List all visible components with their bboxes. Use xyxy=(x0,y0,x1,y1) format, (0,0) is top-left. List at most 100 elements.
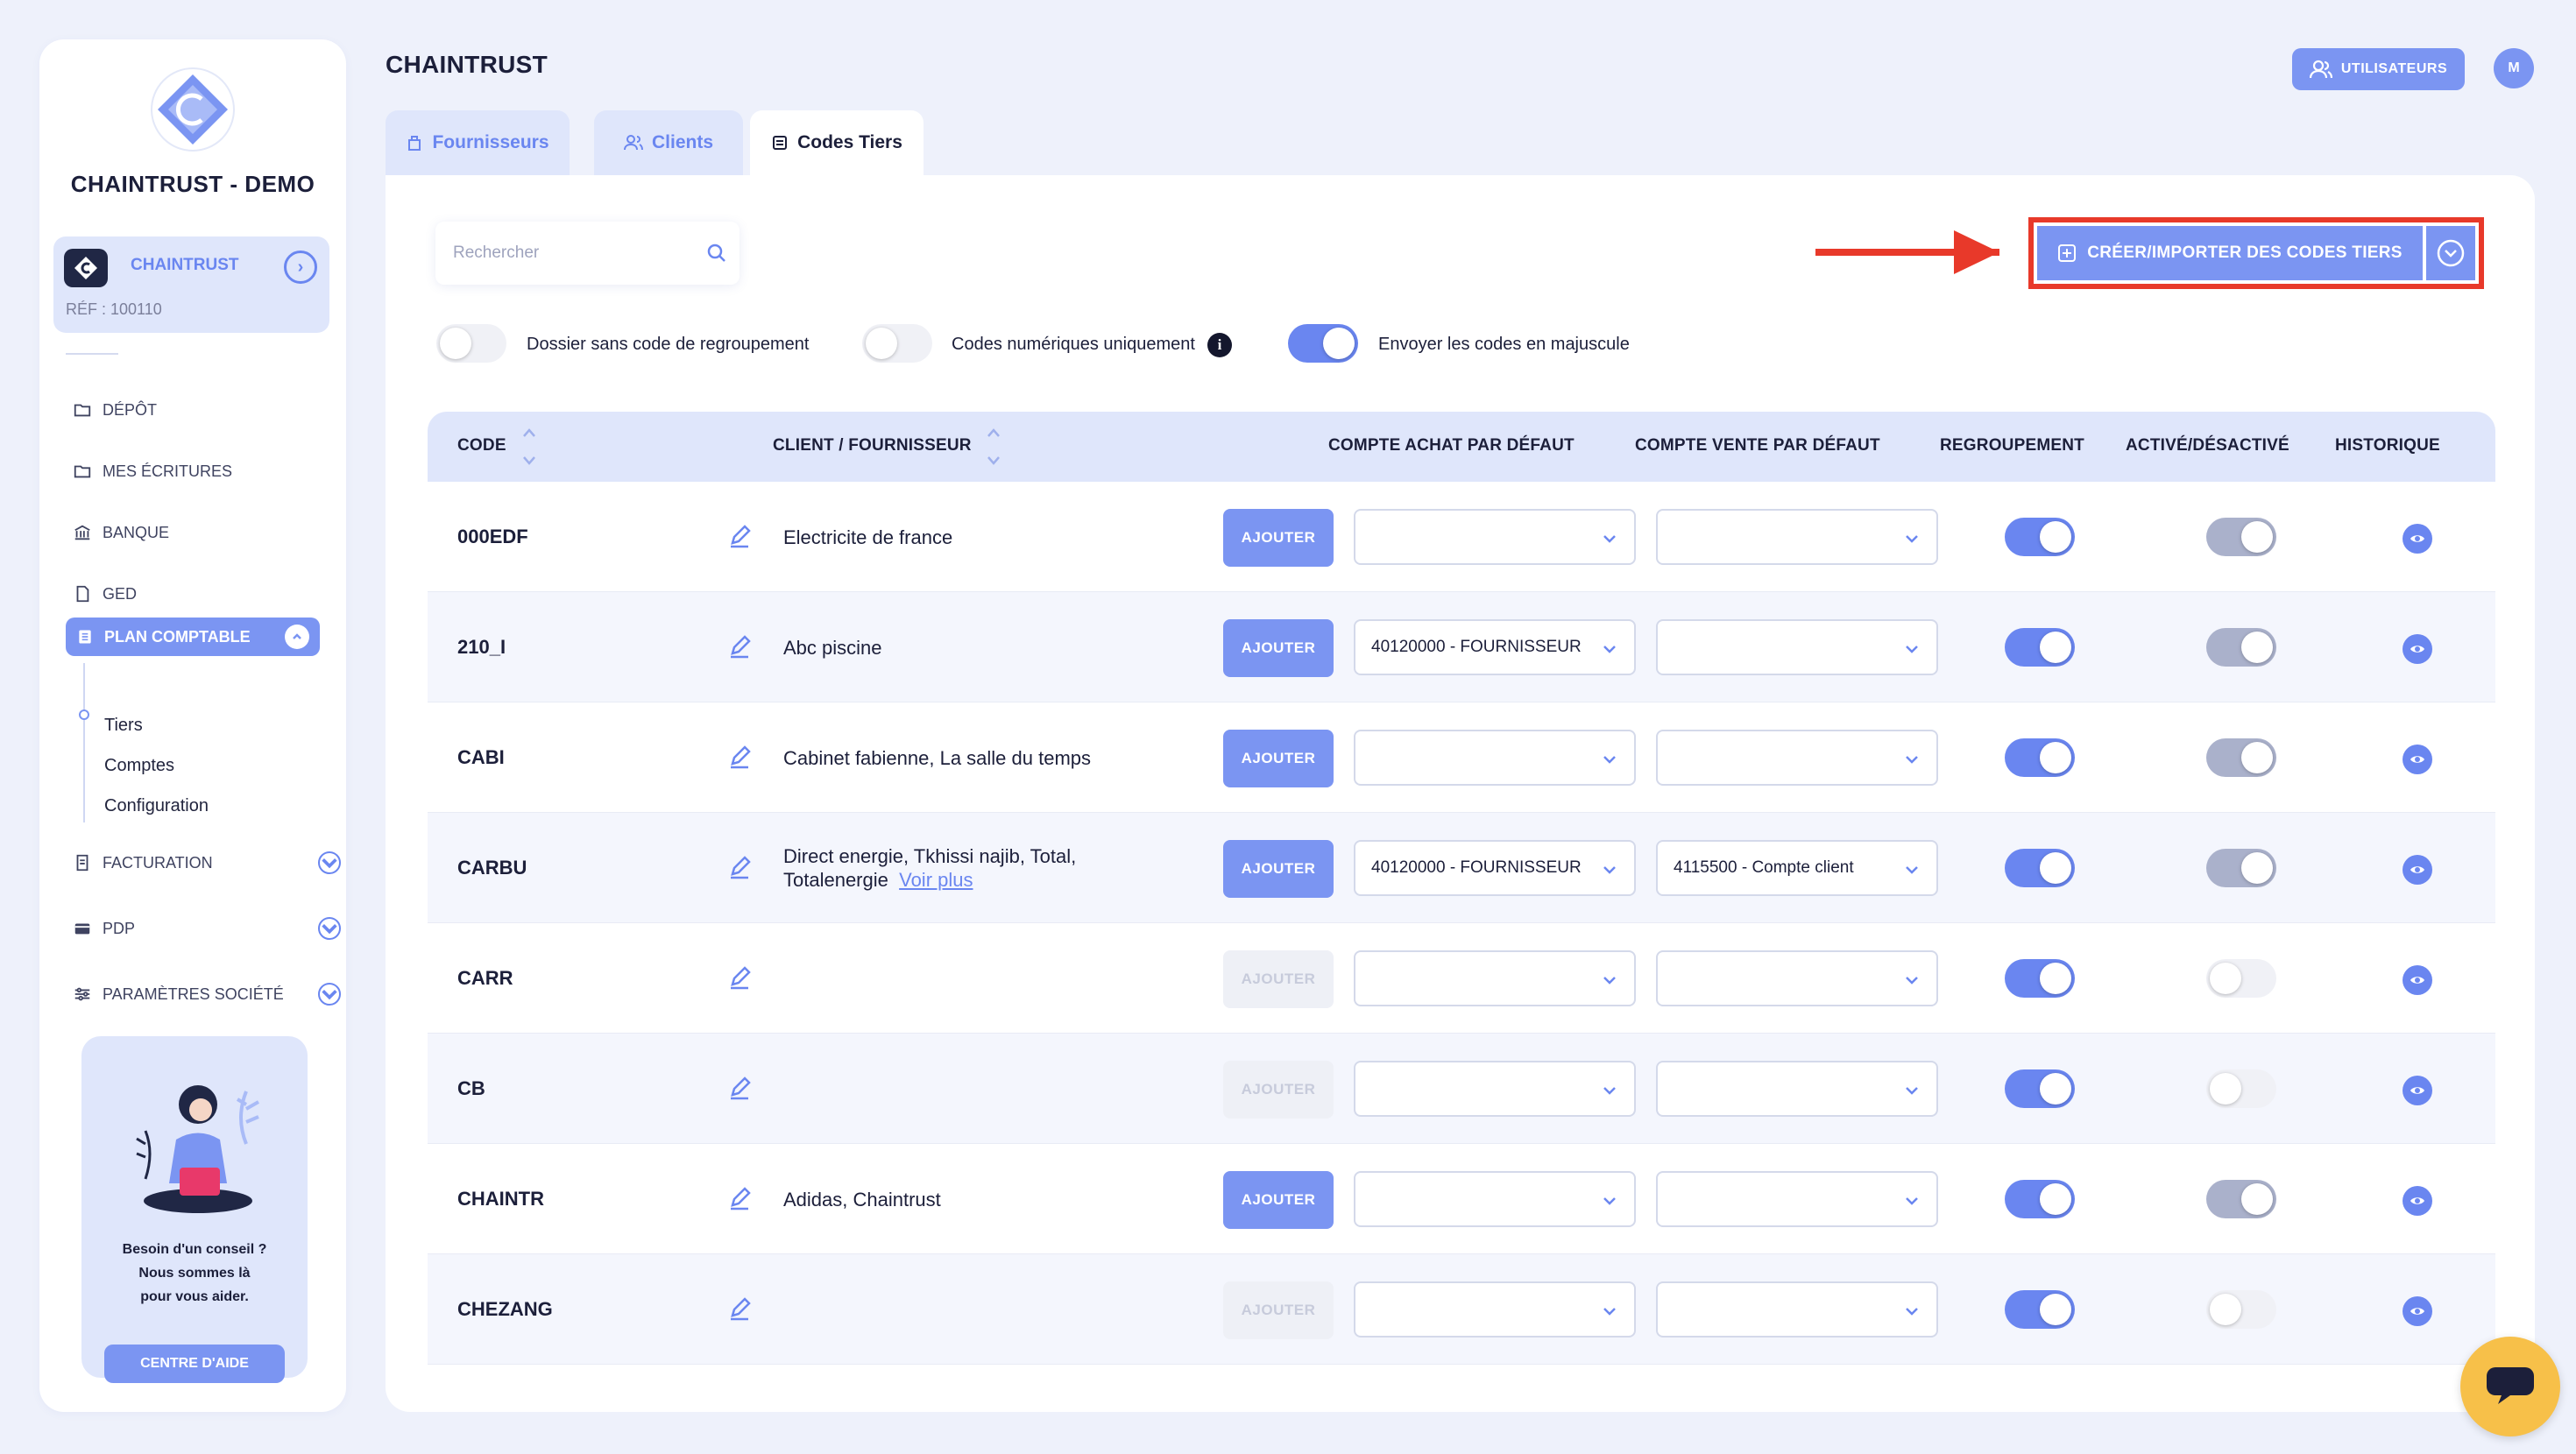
avatar[interactable]: M xyxy=(2494,48,2534,88)
nav-item-parametres[interactable]: PARAMÈTRES SOCIÉTÉ xyxy=(73,977,341,1012)
nav-item-ecritures[interactable]: MES ÉCRITURES xyxy=(73,454,232,489)
compte-vente-select[interactable] xyxy=(1656,509,1938,565)
compte-vente-select[interactable] xyxy=(1656,619,1938,675)
row-code: CB xyxy=(457,1077,485,1099)
search-icon[interactable] xyxy=(706,243,727,264)
edit-pencil-icon[interactable] xyxy=(725,632,754,660)
nav-item-facturation[interactable]: FACTURATION xyxy=(73,845,341,880)
nav-item-depot[interactable]: DÉPÔT xyxy=(73,392,157,427)
nav-item-ged[interactable]: GED xyxy=(73,576,137,611)
compte-achat-select[interactable]: 40120000 - FOURNISSEUR xyxy=(1354,619,1636,675)
compte-achat-select[interactable] xyxy=(1354,1281,1636,1338)
active-toggle[interactable] xyxy=(2206,628,2276,667)
row-code: CABI xyxy=(457,746,505,768)
regroupement-toggle[interactable] xyxy=(2005,518,2075,556)
create-import-button[interactable]: CRÉER/IMPORTER DES CODES TIERS xyxy=(2037,226,2423,280)
edit-pencil-icon[interactable] xyxy=(725,522,754,550)
edit-pencil-icon[interactable] xyxy=(725,1295,754,1323)
regroupement-toggle[interactable] xyxy=(2005,849,2075,887)
add-button[interactable]: AJOUTER xyxy=(1223,840,1334,898)
history-eye-icon[interactable] xyxy=(2403,1076,2432,1105)
regroupement-toggle[interactable] xyxy=(2005,1069,2075,1108)
compte-vente-select[interactable] xyxy=(1656,950,1938,1006)
compte-achat-select[interactable] xyxy=(1354,730,1636,786)
see-more-link[interactable]: Voir plus xyxy=(899,869,973,891)
compte-vente-select[interactable]: 4115500 - Compte client xyxy=(1656,840,1938,896)
header-compte-achat: COMPTE ACHAT PAR DÉFAUT xyxy=(1328,436,1575,455)
tab-fournisseurs[interactable]: Fournisseurs xyxy=(386,110,570,175)
sort-icon[interactable] xyxy=(520,424,538,469)
history-eye-icon[interactable] xyxy=(2403,524,2432,554)
add-button[interactable]: AJOUTER xyxy=(1223,619,1334,677)
edit-pencil-icon[interactable] xyxy=(725,963,754,992)
compte-vente-select[interactable] xyxy=(1656,1171,1938,1227)
chevron-down-icon[interactable] xyxy=(318,851,341,874)
active-toggle[interactable] xyxy=(2206,738,2276,777)
compte-achat-select[interactable] xyxy=(1354,950,1636,1006)
row-client: Cabinet fabienne, La salle du temps xyxy=(783,746,1091,770)
chevron-down-icon xyxy=(1601,751,1618,773)
chevron-right-icon[interactable]: › xyxy=(284,251,317,284)
active-toggle[interactable] xyxy=(2206,518,2276,556)
sidebar: CHAINTRUST - DEMO CHAINTRUST RÉF : 10011… xyxy=(39,39,346,1412)
users-button[interactable]: UTILISATEURS xyxy=(2292,48,2465,90)
add-button[interactable]: AJOUTER xyxy=(1223,509,1334,567)
edit-pencil-icon[interactable] xyxy=(725,1074,754,1102)
nav-label: GED xyxy=(103,584,138,603)
chevron-up-icon[interactable] xyxy=(285,625,309,649)
subnav-item-tiers[interactable]: Tiers xyxy=(104,716,143,736)
edit-pencil-icon[interactable] xyxy=(725,853,754,881)
regroupement-toggle[interactable] xyxy=(2005,738,2075,777)
regroupement-toggle[interactable] xyxy=(2005,1290,2075,1329)
toggle-sans-regroupement[interactable] xyxy=(436,324,506,363)
tab-codes-tiers[interactable]: Codes Tiers xyxy=(750,110,924,175)
create-import-dropdown[interactable] xyxy=(2424,226,2475,280)
regroupement-toggle[interactable] xyxy=(2005,1180,2075,1218)
nav-item-banque[interactable]: BANQUE xyxy=(73,515,169,550)
users-icon xyxy=(623,135,643,151)
active-toggle[interactable] xyxy=(2206,959,2276,998)
toggle-majuscule[interactable] xyxy=(1288,324,1358,363)
compte-achat-select[interactable]: 40120000 - FOURNISSEUR xyxy=(1354,840,1636,896)
chevron-down-icon[interactable] xyxy=(318,917,341,940)
add-button[interactable]: AJOUTER xyxy=(1223,730,1334,787)
history-eye-icon[interactable] xyxy=(2403,745,2432,774)
compte-achat-select[interactable] xyxy=(1354,1171,1636,1227)
history-eye-icon[interactable] xyxy=(2403,634,2432,664)
table-row: CB AJOUTER xyxy=(428,1034,2495,1144)
toggle-codes-numeriques[interactable] xyxy=(862,324,932,363)
chevron-down-icon xyxy=(1903,1192,1921,1214)
help-center-button[interactable]: CENTRE D'AIDE xyxy=(104,1345,285,1383)
compte-achat-select[interactable] xyxy=(1354,1061,1636,1117)
history-eye-icon[interactable] xyxy=(2403,855,2432,885)
tab-clients[interactable]: Clients xyxy=(594,110,743,175)
search-box[interactable] xyxy=(435,222,740,285)
chevron-down-icon[interactable] xyxy=(318,983,341,1006)
compte-vente-select[interactable] xyxy=(1656,1061,1938,1117)
chat-widget-button[interactable] xyxy=(2460,1337,2560,1436)
header-historique: HISTORIQUE xyxy=(2335,436,2440,455)
regroupement-toggle[interactable] xyxy=(2005,628,2075,667)
subnav-item-comptes[interactable]: Comptes xyxy=(104,756,174,776)
nav-item-plan-comptable[interactable]: PLAN COMPTABLE xyxy=(66,618,320,656)
active-toggle[interactable] xyxy=(2206,1180,2276,1218)
nav-item-pdp[interactable]: PDP xyxy=(73,911,341,946)
regroupement-toggle[interactable] xyxy=(2005,959,2075,998)
active-toggle[interactable] xyxy=(2206,1069,2276,1108)
compte-vente-select[interactable] xyxy=(1656,1281,1938,1338)
info-icon[interactable]: i xyxy=(1207,333,1232,357)
subnav-item-configuration[interactable]: Configuration xyxy=(104,796,209,816)
compte-achat-select[interactable] xyxy=(1354,509,1636,565)
active-toggle[interactable] xyxy=(2206,849,2276,887)
add-button[interactable]: AJOUTER xyxy=(1223,1171,1334,1229)
edit-pencil-icon[interactable] xyxy=(725,1184,754,1212)
search-input[interactable] xyxy=(453,239,690,267)
edit-pencil-icon[interactable] xyxy=(725,743,754,771)
history-eye-icon[interactable] xyxy=(2403,1186,2432,1216)
company-card[interactable]: CHAINTRUST RÉF : 100110 › xyxy=(53,236,329,333)
compte-vente-select[interactable] xyxy=(1656,730,1938,786)
history-eye-icon[interactable] xyxy=(2403,1296,2432,1326)
active-toggle[interactable] xyxy=(2206,1290,2276,1329)
history-eye-icon[interactable] xyxy=(2403,965,2432,995)
sort-icon[interactable] xyxy=(985,424,1002,469)
